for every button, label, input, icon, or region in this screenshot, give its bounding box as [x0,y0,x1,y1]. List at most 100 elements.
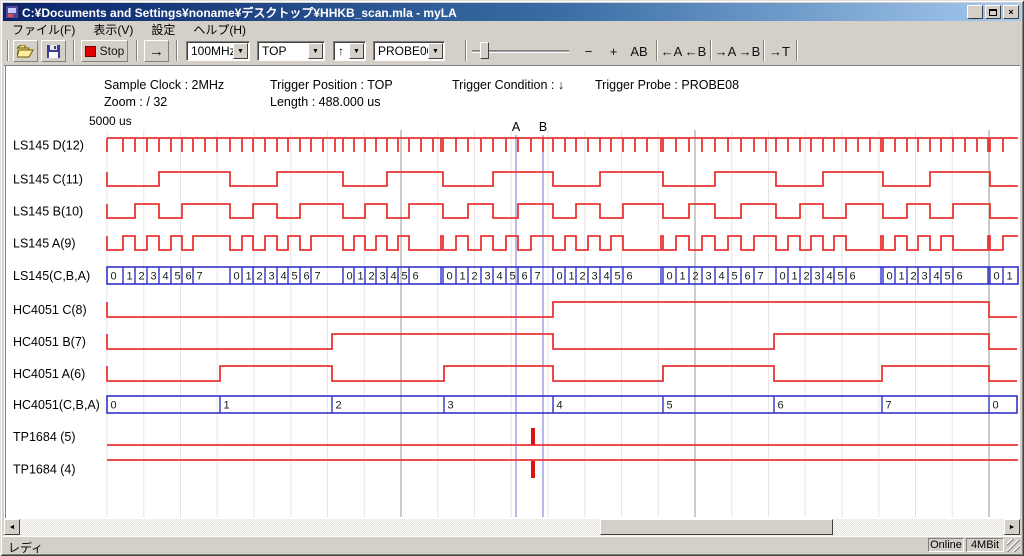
channel-label[interactable]: LS145(C,B,A) [13,269,90,283]
bus-value: 2 [139,271,145,283]
scroll-left-button[interactable]: ◄ [4,519,20,535]
bus-value: 0 [111,271,117,283]
stop-button[interactable]: Stop [81,40,128,62]
info-sample-clock: Sample Clock : 2MHz [104,78,224,92]
zoom-out-button[interactable]: − [579,41,598,61]
chevron-down-icon[interactable]: ▼ [428,43,443,59]
toolbar-separator [656,40,658,61]
channel-label[interactable]: TP1684 (5) [13,430,76,444]
status-online: Online [928,538,964,552]
run-arrow-icon: → [149,43,164,60]
channel-label[interactable]: LS145 C(11) [13,173,83,187]
bus-value: 7 [197,271,203,283]
bus-value: 5 [732,271,738,283]
bus-value: 6 [850,271,856,283]
info-trigger-condition: Trigger Condition : ↓ [452,78,564,92]
menu-file[interactable]: ファイル(F) [3,20,84,39]
info-trigger-probe: Trigger Probe : PROBE08 [595,78,739,92]
bus-value: 6 [627,271,633,283]
channel-label[interactable]: HC4051 B(7) [13,335,86,349]
bus-value: 7 [535,271,541,283]
trigger-position-select[interactable]: TOP ▼ [257,41,325,61]
chevron-down-icon[interactable]: ▼ [308,43,323,59]
bus-value: 7 [315,271,321,283]
channel-label[interactable]: HC4051 C(8) [13,303,87,317]
trigger-edge-select[interactable]: ↑ ▼ [333,41,366,61]
toolbar-separator [73,40,75,61]
bus-value: 5 [945,271,951,283]
bus-value: 2 [472,271,478,283]
channel-label[interactable]: LS145 A(9) [13,237,76,251]
scrollbar-thumb[interactable] [600,519,833,535]
bus-value: 3 [592,271,598,283]
bus-value: 2 [369,271,375,283]
sample-clock-select[interactable]: 100MHz ▼ [186,41,250,61]
goto-cursor-a-left-button[interactable]: ←A [660,41,683,61]
scroll-right-icon: ► [1009,524,1016,531]
zoom-slider-thumb[interactable] [480,42,489,59]
minimize-button[interactable]: _ [967,5,983,19]
zoom-in-button[interactable]: + [604,41,623,61]
toolbar-separator [796,40,798,61]
waveform-trace [107,236,1018,250]
scroll-right-button[interactable]: ► [1004,519,1020,535]
bus-value: 2 [580,271,586,283]
bus-value: 0 [887,271,893,283]
zoom-ab-button[interactable]: AB [626,41,652,61]
bus-value: 3 [151,271,157,283]
horizontal-scrollbar[interactable]: ◄ ► [4,519,1020,536]
pulse-mark [531,428,535,445]
goto-cursor-b-right-button[interactable]: →B [738,41,761,61]
bus-value: 2 [336,400,342,412]
menu-settings[interactable]: 設定 [142,20,184,39]
goto-cursor-a-right-button[interactable]: →A [714,41,737,61]
run-button[interactable]: → [144,40,169,62]
maximize-button[interactable] [985,5,1001,19]
bus-value: 1 [680,271,686,283]
bus-value: 4 [497,271,503,283]
goto-trigger-button[interactable]: →T [768,41,791,61]
bus-value: 6 [304,271,310,283]
goto-cursor-b-left-button[interactable]: ←B [684,41,707,61]
bus-value: 6 [778,400,784,412]
bus-value: 1 [224,400,230,412]
bus-value: 3 [380,271,386,283]
bus-value: 0 [993,400,999,412]
bus-value: 0 [447,271,453,283]
bus-value: 5 [292,271,298,283]
waveform-trace [107,366,1017,381]
channel-label[interactable]: HC4051(C,B,A) [13,398,100,412]
channel-label[interactable]: HC4051 A(6) [13,367,85,381]
bus-value: 1 [899,271,905,283]
bus-value: 6 [522,271,528,283]
trigger-probe-select[interactable]: PROBE00 ▼ [373,41,445,61]
stop-icon [85,46,96,57]
channel-label[interactable]: LS145 D(12) [13,139,84,153]
bus-value: 3 [448,400,454,412]
resize-grip[interactable] [1007,539,1020,552]
bus-value: 0 [780,271,786,283]
floppy-icon [47,45,60,58]
menu-help[interactable]: ヘルプ(H) [184,20,255,39]
channel-label[interactable]: TP1684 (4) [13,463,76,477]
save-button[interactable] [41,40,66,62]
waveform-panel[interactable]: 5000 usABLS145 D(12)LS145 C(11)LS145 B(1… [0,108,1024,520]
bus-value: 0 [994,271,1000,283]
channel-label[interactable]: LS145 B(10) [13,205,83,219]
app-icon [5,5,19,19]
bus-value: 2 [693,271,699,283]
bus-value: 3 [922,271,928,283]
waveform-trace [107,172,1018,186]
open-button[interactable] [13,40,38,62]
menu-view[interactable]: 表示(V) [84,20,142,39]
chevron-down-icon[interactable]: ▼ [349,43,364,59]
info-trigger-position: Trigger Position : TOP [270,78,393,92]
chevron-down-icon[interactable]: ▼ [233,43,248,59]
bus-value: 4 [391,271,397,283]
bus-value: 4 [163,271,169,283]
bus-value: 5 [175,271,181,283]
titlebar[interactable]: C:¥Documents and Settings¥noname¥デスクトップ¥… [3,3,1021,21]
bus-value: 3 [485,271,491,283]
close-button[interactable]: × [1003,5,1019,19]
bus-value: 0 [557,271,563,283]
